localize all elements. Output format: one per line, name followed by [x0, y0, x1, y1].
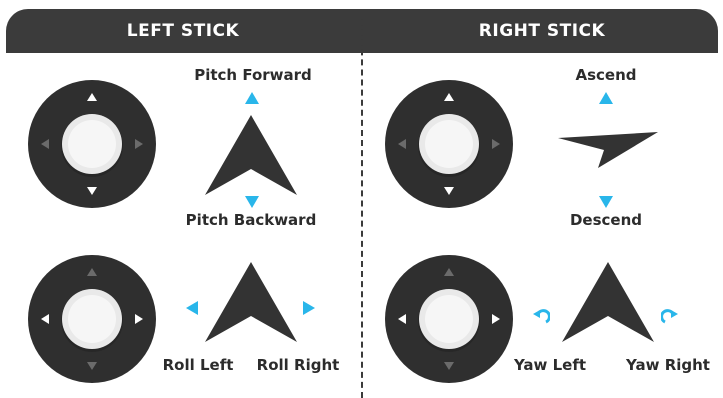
right-stick-top-joystick: [385, 80, 513, 208]
joystick-icon: [385, 255, 513, 383]
section-divider: [361, 9, 363, 398]
right-stick-title: RIGHT STICK: [478, 21, 606, 41]
ascend-indicator-icon: [598, 91, 614, 105]
roll-left-indicator-icon: [185, 300, 199, 316]
left-stick-bottom-joystick: [28, 255, 156, 383]
plane-yaw-icon: [560, 260, 656, 344]
joystick-icon: [28, 80, 156, 208]
right-stick-bottom-joystick: [385, 255, 513, 383]
label-pitch-forward: Pitch Forward: [194, 66, 312, 84]
roll-right-indicator-icon: [302, 300, 316, 316]
label-pitch-backward: Pitch Backward: [185, 211, 317, 229]
joystick-icon: [28, 255, 156, 383]
label-roll-right: Roll Right: [256, 356, 340, 374]
pitch-backward-indicator-icon: [244, 195, 260, 209]
label-descend: Descend: [569, 211, 643, 229]
left-stick-top-joystick: [28, 80, 156, 208]
pitch-forward-indicator-icon: [244, 91, 260, 105]
label-ascend: Ascend: [575, 66, 637, 84]
joystick-icon: [385, 80, 513, 208]
yaw-right-rotate-icon: [661, 309, 679, 327]
descend-indicator-icon: [598, 195, 614, 209]
label-roll-left: Roll Left: [162, 356, 234, 374]
yaw-left-rotate-icon: [532, 309, 550, 327]
plane-pitch-icon: [203, 113, 299, 197]
label-yaw-right: Yaw Right: [626, 356, 710, 374]
plane-roll-icon: [203, 260, 299, 344]
label-yaw-left: Yaw Left: [513, 356, 587, 374]
left-stick-title: LEFT STICK: [126, 21, 240, 41]
plane-side-view-icon: [556, 128, 660, 170]
